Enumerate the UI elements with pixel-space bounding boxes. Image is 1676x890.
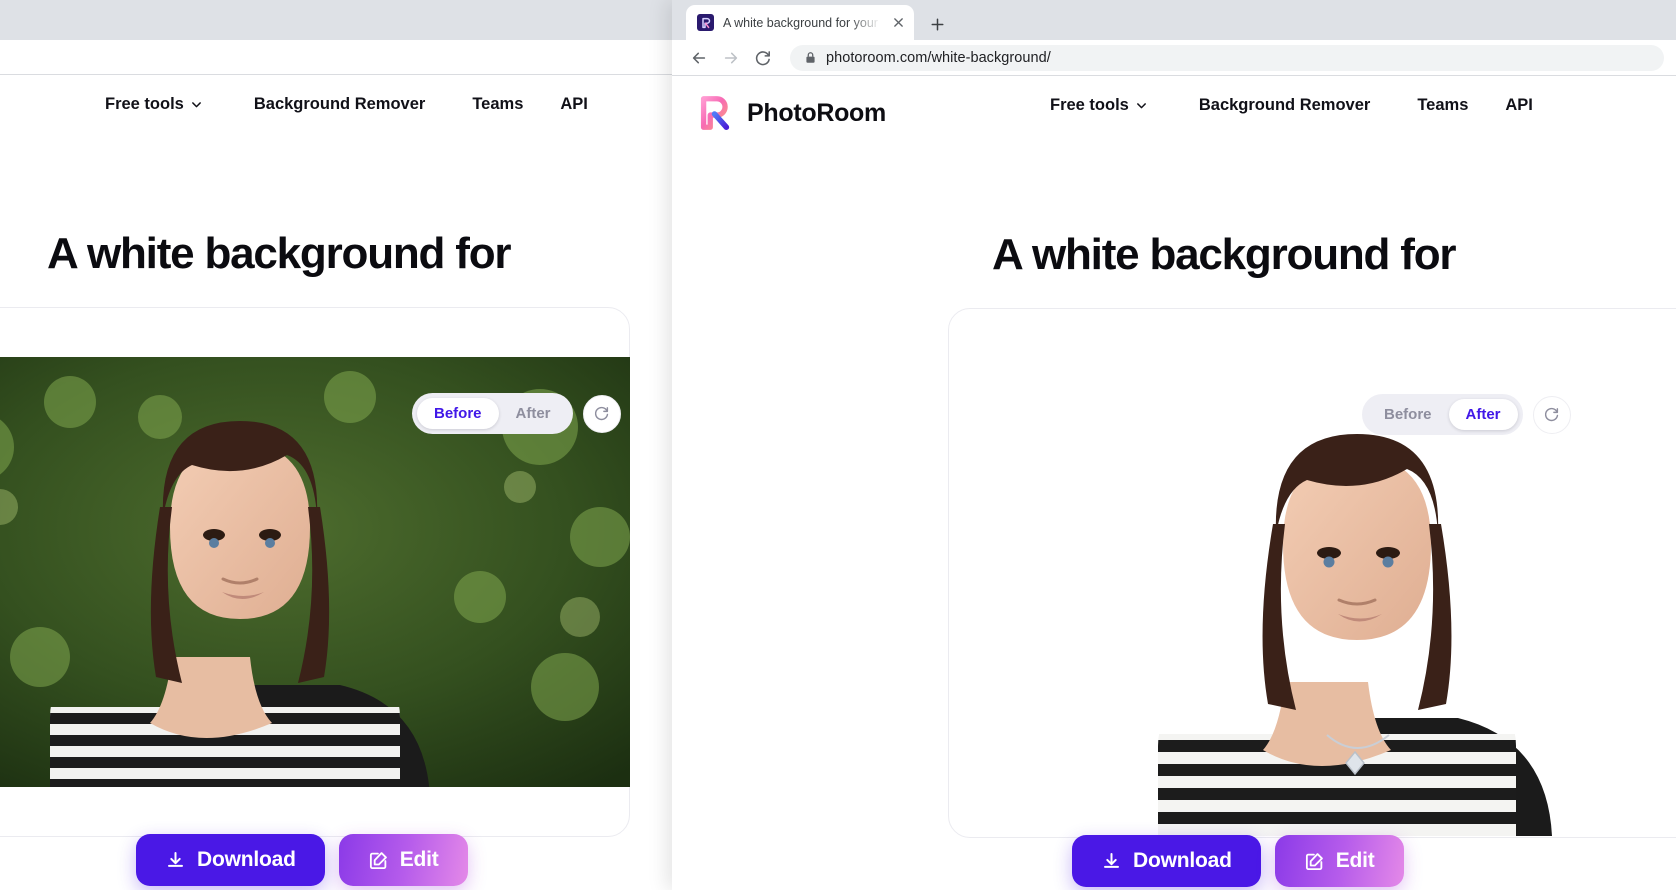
arrow-left-icon (692, 52, 706, 63)
background-toggle-after[interactable]: After (499, 398, 568, 429)
background-download-label: Download (197, 848, 296, 871)
refresh-button[interactable] (1532, 395, 1571, 434)
background-action-buttons[interactable]: Download Edit (136, 834, 468, 886)
address-bar-url: photoroom.com/white-background/ (826, 49, 1051, 66)
background-tabstrip (0, 0, 672, 40)
background-browser-window[interactable]: und/ Free tools Background Remover Teams (0, 0, 672, 890)
chevron-down-icon (1136, 103, 1146, 109)
site-navbar: PhotoRoom Free tools Background Remover … (672, 76, 1676, 154)
photoroom-logo-text: PhotoRoom (747, 98, 886, 127)
photoroom-logo[interactable]: PhotoRoom (696, 94, 886, 132)
background-compare-toggle[interactable]: Before After (412, 393, 621, 434)
nav-api[interactable]: API (1505, 96, 1533, 115)
arrow-right-icon (724, 52, 738, 63)
address-bar[interactable]: photoroom.com/white-background/ (790, 44, 1664, 71)
nav-free-tools-label: Free tools (105, 95, 184, 113)
chevron-down-icon (191, 102, 201, 108)
toggle-group[interactable]: Before After (1362, 394, 1523, 435)
reload-icon (755, 50, 770, 65)
download-label: Download (1133, 849, 1232, 872)
screen: und/ Free tools Background Remover Teams (0, 0, 1676, 890)
background-nav-links: Free tools Background Remover Teams API (105, 95, 588, 114)
nav-free-tools[interactable]: Free tools (105, 95, 202, 114)
download-button[interactable]: Download (1072, 835, 1261, 887)
result-preview-image (950, 310, 1676, 836)
photoroom-favicon (697, 14, 714, 31)
site-nav-links: Free tools Background Remover Teams API (1050, 96, 1533, 115)
edit-label: Edit (1335, 849, 1375, 872)
background-download-button[interactable]: Download (136, 834, 325, 886)
forward-button[interactable] (716, 43, 746, 73)
refresh-icon (1544, 407, 1559, 422)
photoroom-logo-icon (700, 96, 730, 131)
browser-window: A white background for your ima (672, 0, 1676, 890)
headline-line-1: A white background for (992, 230, 1457, 280)
new-tab-button[interactable] (924, 11, 950, 37)
action-buttons[interactable]: Download Edit (1072, 835, 1404, 887)
nav-teams[interactable]: Teams (1417, 96, 1468, 115)
close-icon[interactable] (890, 15, 906, 31)
background-toggle-group[interactable]: Before After (412, 393, 573, 434)
nav-api[interactable]: API (560, 95, 588, 114)
tab-strip: A white background for your ima (672, 0, 1676, 40)
lock-icon (806, 52, 815, 63)
browser-toolbar: photoroom.com/white-background/ (672, 40, 1676, 76)
toggle-after[interactable]: After (1448, 399, 1518, 430)
download-icon (1104, 852, 1119, 868)
browser-tab[interactable]: A white background for your ima (686, 5, 914, 40)
background-page: Free tools Background Remover Teams API … (0, 75, 672, 890)
nav-teams[interactable]: Teams (472, 95, 523, 114)
background-edit-button[interactable]: Edit (338, 834, 468, 886)
background-edit-label: Edit (399, 848, 439, 871)
edit-button[interactable]: Edit (1274, 835, 1404, 887)
background-refresh-button[interactable] (582, 394, 621, 433)
plus-icon (931, 18, 943, 30)
reload-button[interactable] (748, 43, 778, 73)
nav-free-tools-label: Free tools (1050, 96, 1129, 114)
download-icon (168, 851, 183, 867)
nav-background-remover[interactable]: Background Remover (254, 95, 425, 114)
toggle-before[interactable]: Before (1367, 399, 1449, 430)
nav-free-tools[interactable]: Free tools (1050, 96, 1147, 115)
edit-pencil-icon (1305, 852, 1323, 870)
page-viewport: PhotoRoom Free tools Background Remover … (672, 76, 1676, 890)
browser-tab-title: A white background for your ima (723, 15, 881, 30)
background-toggle-before[interactable]: Before (417, 398, 499, 429)
edit-pencil-icon (369, 851, 387, 869)
compare-toggle[interactable]: Before After (1362, 394, 1571, 435)
nav-background-remover[interactable]: Background Remover (1199, 96, 1370, 115)
headline-line-1: A white background for (47, 229, 512, 279)
background-navbar: Free tools Background Remover Teams API (0, 75, 672, 153)
refresh-icon (594, 406, 609, 421)
back-button[interactable] (684, 43, 714, 73)
background-toolbar[interactable]: und/ (0, 40, 672, 108)
